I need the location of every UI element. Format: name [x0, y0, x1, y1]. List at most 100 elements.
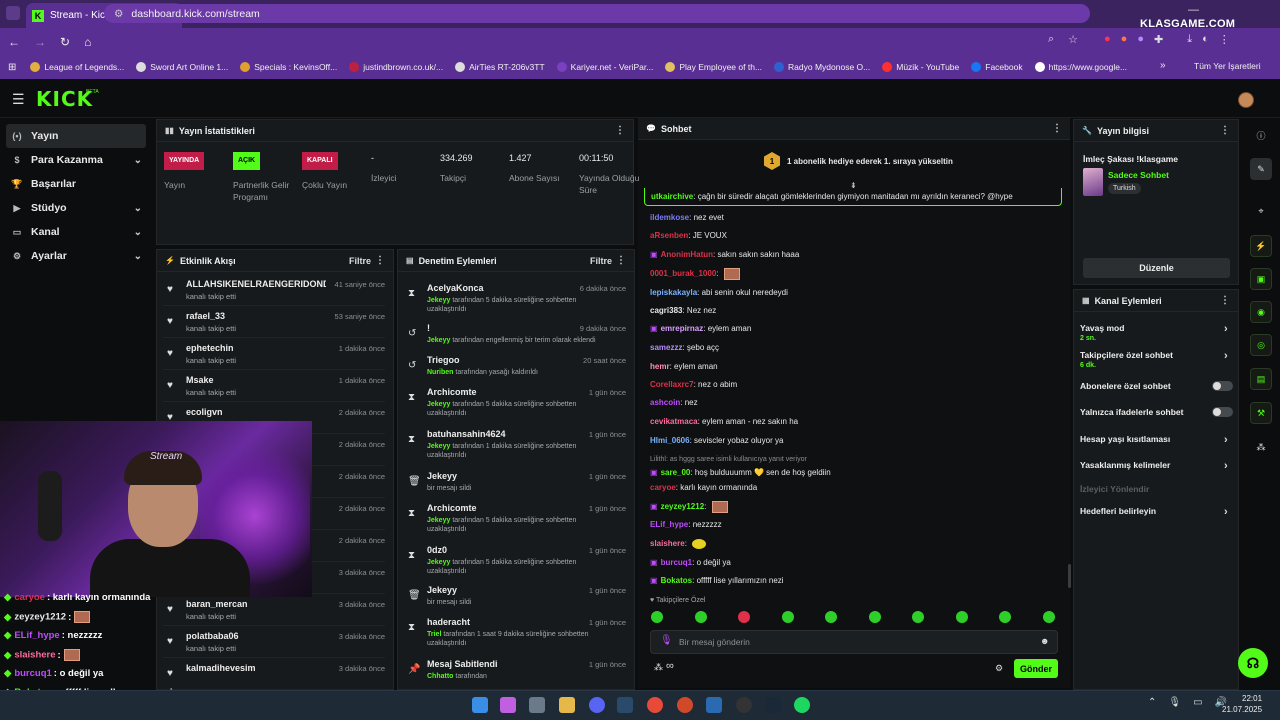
activity-username[interactable]: Msake	[186, 375, 214, 385]
moderator-name[interactable]: Jekeyy	[427, 517, 450, 524]
moderation-target[interactable]: 0dz0	[427, 545, 447, 555]
moderation-target[interactable]: !	[427, 323, 430, 333]
sidebar-item-kanal[interactable]: ▭ Kanal ⌄	[6, 220, 146, 244]
chat-icon[interactable]: ◉	[1250, 301, 1272, 323]
toggle-switch[interactable]	[1212, 381, 1233, 391]
activity-username[interactable]: ephetechin	[186, 343, 234, 353]
app-icon[interactable]	[677, 697, 693, 713]
chat-username[interactable]: sare_00	[661, 468, 691, 477]
emote-icon[interactable]	[781, 611, 794, 623]
all-bookmarks[interactable]: Tüm Yer İşaretleri	[1194, 61, 1261, 71]
chat-username[interactable]: zeyzey1212	[661, 502, 705, 511]
moderation-filter-button[interactable]: Filtre	[590, 256, 612, 266]
chat-scrollbar[interactable]	[1068, 564, 1071, 588]
chat-username[interactable]: lepiskakayla	[650, 288, 697, 297]
bookmark-item[interactable]: Sword Art Online 1...	[136, 62, 228, 72]
card-icon[interactable]: ▣	[1250, 268, 1272, 290]
emote-icon[interactable]	[912, 611, 924, 623]
emote-icon[interactable]	[651, 611, 663, 623]
chat-username[interactable]: burcuq1	[661, 558, 693, 567]
chat-menu-icon[interactable]: ⋮	[1052, 123, 1062, 134]
moderator-name[interactable]: Jekeyy	[427, 337, 450, 344]
moderation-target[interactable]: batuhansahin4624	[427, 429, 506, 439]
spotify-icon[interactable]	[794, 697, 810, 713]
send-button[interactable]: Gönder	[1014, 659, 1058, 678]
bookmark-star-icon[interactable]: ☆	[1068, 33, 1078, 46]
activity-username[interactable]: polatbaba06	[186, 631, 239, 641]
chevron-up-icon[interactable]: ⌃	[1148, 697, 1156, 708]
tools-icon[interactable]: ⚒	[1250, 402, 1272, 424]
moderator-name[interactable]: Jekeyy	[427, 401, 450, 408]
info-menu-icon[interactable]: ⋮	[1220, 125, 1230, 136]
chat-username[interactable]: aRsenben	[650, 231, 688, 240]
moderator-name[interactable]: Chhatto	[427, 673, 453, 680]
category-name[interactable]: Sadece Sohbet	[1108, 170, 1169, 180]
download-icon[interactable]: ⤓	[1187, 33, 1192, 46]
extension-icon[interactable]: ●	[1104, 33, 1111, 46]
mic-icon[interactable]: 🎙	[660, 635, 673, 646]
sidebar-item-ayarlar[interactable]: ⚙ Ayarlar ⌄	[6, 244, 146, 268]
channel-action-row[interactable]: Yasaklanmış kelimeler ›	[1080, 460, 1240, 472]
obs-icon[interactable]	[736, 697, 752, 713]
channel-action-row[interactable]: Yavaş mod 2 sn. ›	[1080, 323, 1240, 342]
channel-action-row[interactable]: Hesap yaşı kısıtlaması ›	[1080, 434, 1240, 446]
chevron-right-icon[interactable]: ›	[1224, 323, 1228, 335]
minimize-icon[interactable]: —	[1188, 4, 1199, 16]
windows-start-icon[interactable]	[472, 697, 488, 713]
moderation-target[interactable]: Archicomte	[427, 503, 477, 513]
bookmark-item[interactable]: https://www.google...	[1034, 62, 1127, 72]
moderation-target[interactable]: Archicomte	[427, 387, 477, 397]
activity-username[interactable]: kalmadihevesim	[186, 663, 256, 673]
moderation-target[interactable]: Jekeyy	[427, 585, 457, 595]
bookmark-item[interactable]: justindbrown.co.uk/...	[349, 62, 443, 72]
moderator-name[interactable]: Jekeyy	[427, 559, 450, 566]
chat-settings-icon[interactable]: ⚙	[995, 663, 1003, 674]
emote-icon[interactable]	[868, 611, 881, 623]
bookmark-item[interactable]: Müzik - YouTube	[882, 62, 959, 72]
help-headset-icon[interactable]: ☊	[1238, 648, 1268, 678]
moderator-name[interactable]: Nuriben	[427, 369, 453, 376]
chat-username[interactable]: slaishere	[650, 539, 685, 548]
emoji-icon[interactable]: ☻	[1040, 636, 1049, 646]
emote-icon[interactable]	[999, 611, 1011, 623]
activity-username[interactable]: rafael_33	[186, 311, 225, 321]
apps-grid-icon[interactable]: ⊞	[8, 62, 16, 73]
steam-icon[interactable]	[765, 697, 781, 713]
chat-username[interactable]: cevikatmaca	[650, 417, 698, 426]
mic-tray-icon[interactable]: 🎙	[1168, 697, 1181, 708]
hamburger-menu-icon[interactable]: ☰	[12, 91, 25, 108]
chat-username[interactable]: ildemkose	[650, 213, 689, 222]
emote-icon[interactable]	[738, 611, 750, 623]
chat-username[interactable]: Hlmi_0606	[650, 436, 690, 445]
info-icon[interactable]: ⓘ	[1250, 124, 1272, 146]
crosshair-icon[interactable]: ⌖	[1250, 200, 1272, 222]
bookmark-item[interactable]: Radyo Mydonose O...	[774, 62, 870, 72]
sidebar-item-para-kazanma[interactable]: $ Para Kazanma ⌄	[6, 148, 146, 172]
emote-icon[interactable]	[694, 611, 707, 623]
bookmark-item[interactable]: Play Employee of th...	[665, 62, 762, 72]
layout-icon[interactable]: ▤	[1250, 368, 1272, 390]
moderation-target[interactable]: Mesaj Sabitlendi	[427, 659, 498, 669]
forward-icon[interactable]: →	[34, 35, 46, 49]
chevron-down-icon[interactable]: ⌄	[134, 203, 142, 214]
bookmark-item[interactable]: Specials : KevinsOff...	[240, 62, 337, 72]
zoom-icon[interactable]: ⌕	[1048, 33, 1054, 46]
chevron-right-icon[interactable]: ›	[1224, 506, 1228, 518]
chevron-right-icon[interactable]: ›	[1224, 350, 1228, 362]
moderation-target[interactable]: Triegoo	[427, 355, 460, 365]
site-info-icon[interactable]: ⚙	[114, 8, 123, 20]
chevron-down-icon[interactable]: ⌄	[134, 251, 142, 262]
extension-icon[interactable]: ●	[1137, 33, 1144, 46]
store-icon[interactable]	[529, 697, 545, 713]
tab-group-icon[interactable]	[6, 6, 20, 20]
chevron-down-icon[interactable]: ⌄	[134, 155, 142, 166]
puzzle-icon[interactable]: ✚	[1154, 33, 1163, 46]
kick-logo[interactable]: KICK	[36, 87, 93, 111]
reload-icon[interactable]: ↻	[60, 35, 70, 49]
pinned-message[interactable]: utkairchive: çağn bir süredir alaçatı gö…	[644, 188, 1062, 206]
url-field[interactable]: ⚙ dashboard.kick.com/stream	[104, 4, 1090, 23]
chat-username[interactable]: hemr	[650, 362, 670, 371]
back-icon[interactable]: ←	[8, 35, 20, 49]
moderator-name[interactable]: Jekeyy	[427, 297, 450, 304]
chat-username[interactable]: ELif_hype	[650, 520, 688, 529]
